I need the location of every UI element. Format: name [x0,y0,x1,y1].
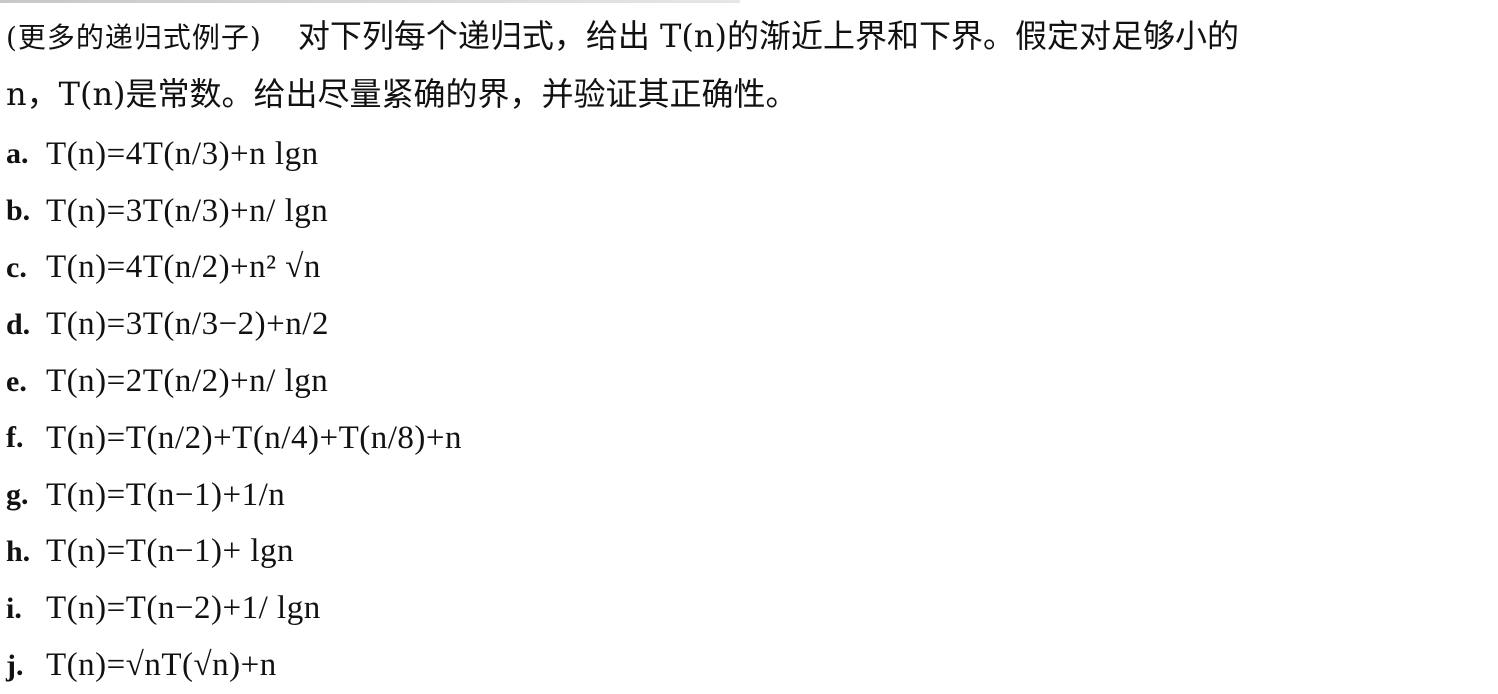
item-label: f. [6,421,24,455]
recurrence-formula: T(n)=T(n−1)+1/n [46,476,286,513]
recurrence-item-f: f. T(n)=T(n/2)+T(n/4)+T(n/8)+n [6,410,462,467]
recurrence-item-i: i. T(n)=T(n−2)+1/ lgn [6,580,462,637]
problem-text-2: n，T(n)是常数。给出尽量紧确的界，并验证其正确性。 [6,75,798,113]
item-label: d. [6,307,31,341]
recurrence-formula: T(n)=3T(n/3)+n/ lgn [46,192,329,229]
recurrence-formula: T(n)=√nT(√n)+n [46,647,277,684]
textbook-page: (更多的递归式例子) 对下列每个递归式，给出 T(n)的渐近上界和下界。假定对足够… [0,0,1498,683]
cropped-previous-line [0,0,740,3]
problem-statement-line-2: n，T(n)是常数。给出尽量紧确的界，并验证其正确性。 [6,72,798,116]
recurrence-item-g: g. T(n)=T(n−1)+1/n [6,467,462,524]
recurrence-list: a. T(n)=4T(n/3)+n lgn b. T(n)=3T(n/3)+n/… [6,126,462,694]
recurrence-formula: T(n)=T(n−2)+1/ lgn [46,590,321,627]
item-label: a. [6,137,29,171]
item-label: j. [6,648,24,682]
item-label: e. [6,364,27,398]
recurrence-formula: T(n)=3T(n/3−2)+n/2 [46,306,329,343]
problem-statement-line-1: (更多的递归式例子) 对下列每个递归式，给出 T(n)的渐近上界和下界。假定对足够… [6,14,1239,60]
recurrence-formula: T(n)=T(n/2)+T(n/4)+T(n/8)+n [46,419,462,456]
item-label: i. [6,591,22,625]
problem-text-1: 对下列每个递归式，给出 T(n)的渐近上界和下界。假定对足够小的 [297,17,1239,55]
recurrence-formula: T(n)=2T(n/2)+n/ lgn [46,363,329,400]
recurrence-item-a: a. T(n)=4T(n/3)+n lgn [6,126,462,183]
item-label: b. [6,194,31,228]
recurrence-item-b: b. T(n)=3T(n/3)+n/ lgn [6,183,462,240]
item-label: c. [6,250,27,284]
recurrence-item-e: e. T(n)=2T(n/2)+n/ lgn [6,353,462,410]
problem-tag: (更多的递归式例子) [6,21,262,54]
item-label: h. [6,534,31,568]
recurrence-formula: T(n)=4T(n/2)+n² √n [46,249,321,286]
recurrence-formula: T(n)=T(n−1)+ lgn [46,533,295,570]
recurrence-formula: T(n)=4T(n/3)+n lgn [46,135,319,172]
item-label: g. [6,478,29,512]
recurrence-item-c: c. T(n)=4T(n/2)+n² √n [6,240,462,297]
recurrence-item-d: d. T(n)=3T(n/3−2)+n/2 [6,296,462,353]
recurrence-item-h: h. T(n)=T(n−1)+ lgn [6,524,462,581]
recurrence-item-j: j. T(n)=√nT(√n)+n [6,637,462,694]
